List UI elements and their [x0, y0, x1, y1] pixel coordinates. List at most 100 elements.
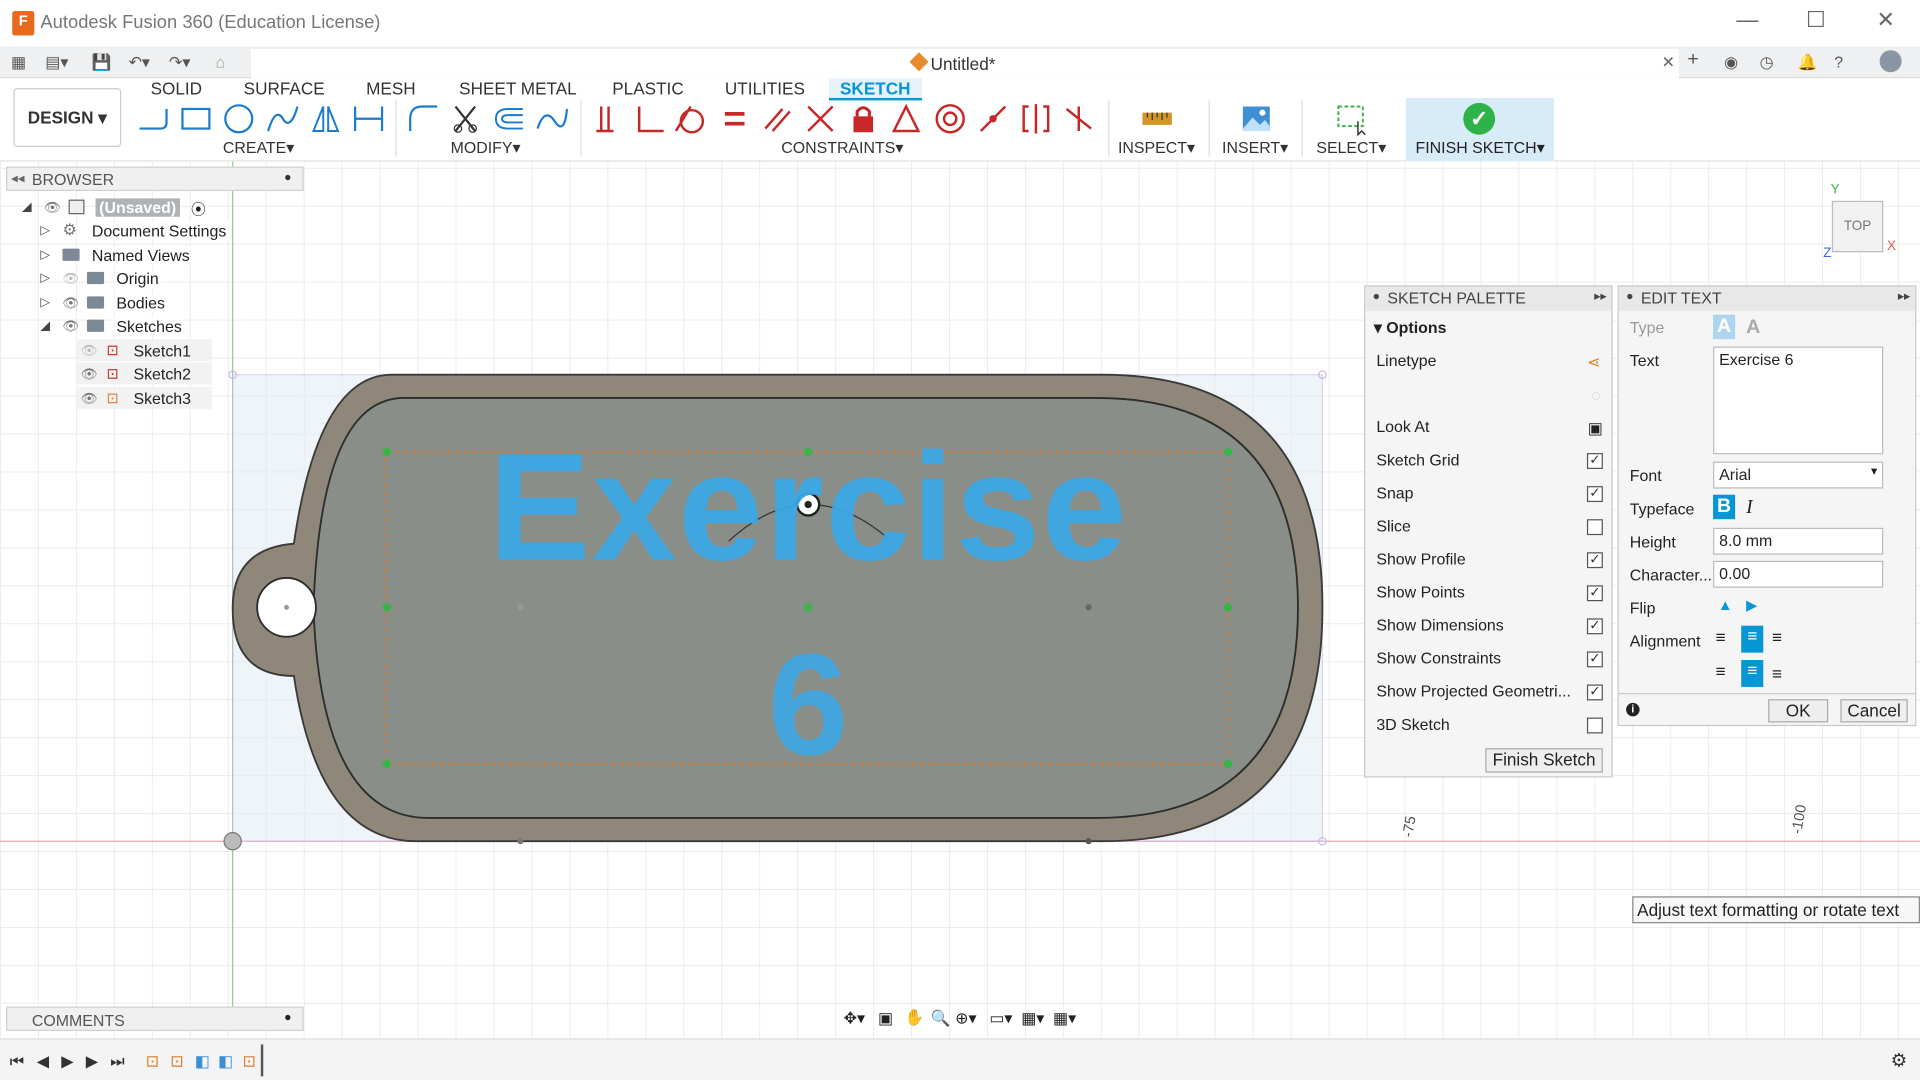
offset-tool-icon[interactable] — [490, 100, 527, 137]
collapse-arrow-icon[interactable]: ◢ — [40, 320, 49, 333]
tree-root[interactable]: ◢ 👁 (Unsaved) ⦿ — [22, 196, 242, 218]
timeline-settings-icon[interactable]: ⚙ — [1891, 1049, 1907, 1072]
ok-button[interactable]: OK — [1768, 699, 1829, 723]
fix-constraint-icon[interactable] — [845, 100, 882, 137]
tree-item-sketch2[interactable]: 👁 ⊡ Sketch2 — [77, 362, 212, 385]
collinear-constraint-icon[interactable] — [975, 100, 1012, 137]
text-input[interactable]: Exercise 6 — [1713, 346, 1884, 455]
show-projected-geometry-checkbox[interactable]: ✓ — [1586, 684, 1603, 701]
show-dimensions-checkbox[interactable]: ✓ — [1586, 618, 1603, 635]
show-dimensions-row[interactable]: Show Dimensions ✓ — [1376, 616, 1603, 643]
save-icon[interactable]: 💾 — [92, 53, 112, 73]
tree-item-document-settings[interactable]: ▷ ⚙ Document Settings — [40, 219, 236, 241]
timeline-sketch-icon[interactable]: ⊡ — [170, 1052, 183, 1072]
expand-icon[interactable]: ▸▸ — [1594, 290, 1606, 303]
align-top-icon[interactable]: ≡ — [1716, 661, 1726, 681]
close-tab-icon[interactable]: ✕ — [1662, 53, 1675, 73]
activate-icon[interactable]: ⦿ — [191, 198, 206, 219]
select-menu[interactable]: SELECT▾ — [1316, 138, 1386, 158]
italic-icon[interactable]: I — [1746, 497, 1753, 519]
trim-tool-icon[interactable] — [447, 100, 484, 137]
display-settings-icon[interactable]: ▭▾ — [989, 1009, 1012, 1029]
job-status-icon[interactable]: ◉ — [1724, 53, 1738, 73]
avatar[interactable] — [1879, 50, 1902, 73]
construction-row[interactable]: ◌ — [1376, 384, 1603, 411]
sketch-text-line1[interactable]: Exercise — [441, 431, 1176, 584]
text-type-icon[interactable]: A — [1713, 314, 1736, 340]
pin-icon[interactable]: ● — [284, 171, 291, 184]
tree-item-sketches[interactable]: ◢ 👁 Sketches — [40, 315, 236, 337]
coincident-constraint-icon[interactable] — [588, 100, 625, 137]
line-tool-icon[interactable] — [135, 100, 172, 137]
inspect-menu[interactable]: INSPECT▾ — [1118, 138, 1195, 158]
measure-tool-icon[interactable] — [1139, 100, 1176, 137]
horizontal-vertical-constraint-icon[interactable] — [1018, 100, 1055, 137]
play-icon[interactable]: ▶ — [61, 1052, 73, 1072]
go-to-end-icon[interactable]: ⏭ — [110, 1052, 124, 1072]
sketch-grid-row[interactable]: Sketch Grid ✓ — [1376, 451, 1603, 478]
tree-item-sketch3[interactable]: 👁 ⊡ Sketch3 — [77, 386, 212, 409]
tab-utilities[interactable]: UTILITIES — [725, 78, 805, 100]
expand-arrow-icon[interactable]: ▷ — [40, 296, 49, 309]
step-forward-icon[interactable]: ▶ — [86, 1052, 98, 1072]
palette-pin-icon[interactable]: ● — [1373, 290, 1380, 303]
sketch-text-line2[interactable]: 6 — [735, 633, 882, 777]
visibility-icon[interactable]: 👁 — [62, 295, 79, 311]
cancel-button[interactable]: Cancel — [1840, 699, 1908, 723]
notifications-icon[interactable]: 🔔 — [1798, 53, 1818, 73]
tree-item-origin[interactable]: ▷ 👁 Origin — [40, 267, 236, 289]
comments-pin-icon[interactable]: ● — [284, 1011, 291, 1024]
go-to-start-icon[interactable]: ⏮ — [10, 1052, 24, 1072]
timeline-sketch-icon[interactable]: ⊡ — [242, 1052, 255, 1072]
visibility-icon[interactable]: 👁 — [44, 200, 61, 216]
height-input[interactable]: 8.0 mm — [1713, 527, 1884, 555]
timeline-extrude-icon[interactable]: ◧ — [218, 1052, 233, 1072]
bold-icon[interactable]: B — [1713, 494, 1736, 520]
symmetry-constraint-icon[interactable] — [888, 100, 925, 137]
minimize-icon[interactable]: — — [1729, 7, 1766, 33]
fillet-tool-icon[interactable] — [404, 100, 441, 137]
comments-panel[interactable]: COMMENTS ● — [6, 1006, 304, 1032]
viewcube[interactable]: TOP — [1831, 200, 1884, 253]
close-icon[interactable]: ✕ — [1867, 7, 1904, 33]
show-points-checkbox[interactable]: ✓ — [1586, 585, 1603, 602]
tab-plastic[interactable]: PLASTIC — [612, 78, 683, 100]
dialog-pin-icon[interactable]: ● — [1626, 290, 1633, 303]
tab-surface[interactable]: SURFACE — [244, 78, 325, 100]
viewports-icon[interactable]: ▦▾ — [1053, 1009, 1076, 1029]
timeline-marker[interactable] — [260, 1044, 264, 1077]
step-back-icon[interactable]: ◀ — [37, 1052, 49, 1072]
show-profile-row[interactable]: Show Profile ✓ — [1376, 550, 1603, 577]
dimension-tool-icon[interactable] — [350, 100, 387, 137]
parallel-constraint-icon[interactable] — [759, 100, 796, 137]
font-select[interactable]: Arial ▾ — [1713, 461, 1884, 489]
help-icon[interactable]: ? — [1834, 53, 1843, 71]
curvature-constraint-icon[interactable] — [1060, 100, 1097, 137]
align-left-icon[interactable]: ≡ — [1716, 627, 1726, 647]
3d-sketch-checkbox[interactable] — [1586, 717, 1603, 734]
expand-arrow-icon[interactable]: ▷ — [40, 249, 49, 262]
align-bottom-icon[interactable]: ≡ — [1772, 664, 1782, 684]
visibility-icon[interactable]: 👁 — [81, 391, 98, 407]
orbit-icon[interactable]: ✥▾ — [844, 1009, 865, 1029]
file-menu-icon[interactable]: ▤▾ — [45, 53, 68, 73]
insert-menu[interactable]: INSERT▾ — [1222, 138, 1288, 158]
browser-panel[interactable]: ◂◂ BROWSER ● — [6, 166, 304, 192]
history-icon[interactable]: ◷ — [1760, 53, 1774, 73]
finish-sketch-button[interactable]: ✓ FINISH SKETCH▾ — [1405, 97, 1554, 162]
create-menu[interactable]: CREATE▾ — [223, 138, 294, 158]
app-grid-icon[interactable]: ▦ — [11, 53, 26, 73]
options-section[interactable]: ▾ Options — [1374, 318, 1447, 338]
timeline-sketch-icon[interactable]: ⊡ — [146, 1052, 159, 1072]
linetype-row[interactable]: Linetype ⋖ — [1376, 351, 1603, 378]
collapse-arrow-icon[interactable]: ◢ — [22, 201, 31, 214]
timeline-extrude-icon[interactable]: ◧ — [195, 1052, 210, 1072]
tab-mesh[interactable]: MESH — [366, 78, 416, 100]
hidden-eye-icon[interactable]: 👁 — [62, 271, 79, 287]
show-points-row[interactable]: Show Points ✓ — [1376, 583, 1603, 610]
expand-arrow-icon[interactable]: ▷ — [40, 272, 49, 285]
flip-horizontal-icon[interactable]: ▶ — [1746, 596, 1757, 613]
align-right-icon[interactable]: ≡ — [1772, 627, 1782, 647]
fit-icon[interactable]: ⊕▾ — [955, 1009, 976, 1029]
select-tool-icon[interactable] — [1333, 100, 1370, 137]
